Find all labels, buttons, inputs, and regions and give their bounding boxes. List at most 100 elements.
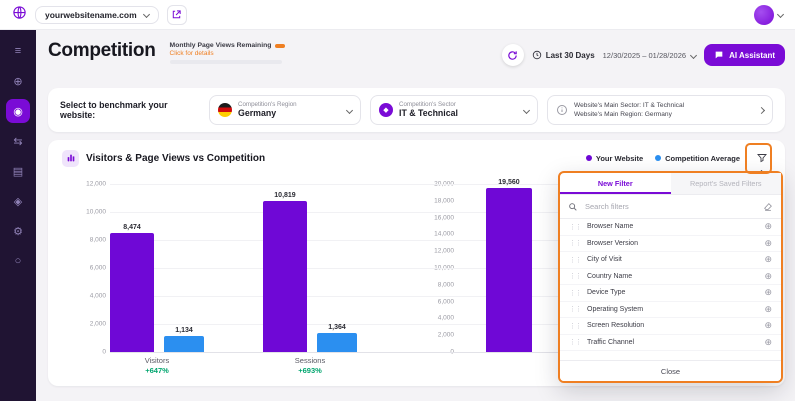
drag-handle-icon[interactable]: ⋮⋮ [569,223,581,231]
tab-new-filter[interactable]: New Filter [560,173,671,194]
sidebar-item-overview[interactable]: ⊕ [6,69,30,93]
region-value: Germany [238,108,297,119]
legend-label: Your Website [596,154,643,163]
drag-handle-icon[interactable]: ⋮⋮ [569,338,581,346]
page-header: Competition Monthly Page Views Remaining… [48,40,785,82]
period-selector[interactable]: Last 30 Days [532,50,595,60]
category-label: Sessions+693% [270,356,350,375]
add-filter-icon[interactable]: ⊕ [764,338,772,347]
filter-item[interactable]: ⋮⋮ Traffic Channel ⊕ [560,335,781,352]
filter-item[interactable]: ⋮⋮ Screen Resolution ⊕ [560,318,781,335]
quota-progress-bar [170,60,282,64]
filter-panel: New Filter Report's Saved Filters ⋮⋮Brow… [558,171,783,383]
filter-item[interactable]: ⋮⋮Browser Name⊕ [560,219,781,236]
website-sector-line: Website's Main Sector: IT & Technical [574,101,684,110]
chat-icon [714,50,724,60]
clock-icon [532,50,542,60]
axis-tick: 0 [102,349,106,356]
close-button[interactable]: Close [560,360,781,381]
chart-legend: Your Website Competition Average [586,154,740,163]
filter-item[interactable]: ⋮⋮Browser Version⊕ [560,236,781,253]
filter-item[interactable]: ⋮⋮City of Visit⊕ [560,252,781,269]
legend-label: Competition Average [665,154,740,163]
sidebar-item-settings[interactable]: ⚙ [6,219,30,243]
drag-handle-icon[interactable]: ⋮⋮ [569,289,581,297]
funnel-icon [756,152,768,164]
app: yourwebsitename.com ≡ ⊕ ◉ ⇆ ▤ ◈ ⚙ ○ Competition… [0,0,795,401]
chevron-down-icon[interactable] [777,11,784,18]
add-filter-icon[interactable]: ⊕ [764,288,772,297]
sidebar-item-sources[interactable]: ⇆ [6,129,30,153]
refresh-button[interactable] [502,44,524,66]
add-filter-icon[interactable]: ⊕ [764,222,772,231]
tab-saved-filters[interactable]: Report's Saved Filters [671,173,782,194]
date-range-text: 12/30/2025 – 01/28/2026 [603,51,686,60]
ai-assistant-button[interactable]: AI Assistant [704,44,785,66]
drag-handle-icon[interactable]: ⋮⋮ [569,272,581,280]
region-select[interactable]: Competition's Region Germany [209,95,361,125]
legend-your-website: Your Website [586,154,643,163]
filter-control [753,149,771,167]
bar-chart-icon [62,150,79,167]
sidebar-item-competition[interactable]: ◉ [6,99,30,123]
sector-select[interactable]: ◆ Competition's Sector IT & Technical [370,95,538,125]
topbar-right [754,5,783,25]
chevron-down-icon [523,106,530,113]
filter-button[interactable] [753,149,771,167]
site-selector[interactable]: yourwebsitename.com [35,6,159,24]
bar[interactable] [164,336,204,352]
bar[interactable] [486,188,532,352]
legend-dot-purple [586,155,592,161]
add-filter-icon[interactable]: ⊕ [764,305,772,314]
filter-search-input[interactable] [583,201,758,212]
chevron-down-icon [346,106,353,113]
sidebar-item-pages[interactable]: ▤ [6,159,30,183]
clear-search-icon[interactable] [763,202,773,212]
chevron-down-icon [143,11,150,18]
bar-group-visitors: 8,4741,134 [110,224,204,352]
period-label: Last 30 Days [546,51,595,60]
axis-tick: 4,000 [90,293,106,300]
drag-handle-icon[interactable]: ⋮⋮ [569,239,581,247]
filter-item-label: Country Name [587,273,632,280]
bar-value-label: 1,134 [175,327,193,334]
bar-value-label: 1,364 [328,324,346,331]
filter-item[interactable]: ⋮⋮ Device Type ⊕ [560,285,781,302]
filter-item-label: Device Type [587,289,625,296]
filter-item-label: Screen Resolution [587,322,644,329]
filter-tabs: New Filter Report's Saved Filters [560,173,781,195]
bar[interactable] [317,333,357,352]
sidebar-item-goals[interactable]: ◈ [6,189,30,213]
axis-tick: 12,000 [86,181,106,188]
germany-flag-icon [218,103,232,117]
bar[interactable] [263,201,307,352]
drag-handle-icon[interactable]: ⋮⋮ [569,305,581,313]
external-link-icon [171,9,182,20]
category-name: Visitors [117,356,197,365]
axis-tick: 6,000 [90,265,106,272]
quota-indicator [275,44,285,48]
filter-item[interactable]: ⋮⋮ Country Name ⊕ [560,269,781,286]
add-filter-icon[interactable]: ⊕ [764,321,772,330]
add-filter-icon[interactable]: ⊕ [764,255,772,264]
drag-handle-icon[interactable]: ⋮⋮ [569,256,581,264]
bar-wrap: 19,560 [486,179,532,352]
add-filter-icon[interactable]: ⊕ [764,272,772,281]
quota-details-link[interactable]: Click for details [170,50,214,57]
add-filter-icon[interactable]: ⊕ [764,239,772,248]
site-name: yourwebsitename.com [45,10,137,20]
sidebar-item-menu[interactable]: ≡ [6,39,30,63]
user-avatar[interactable] [754,5,774,25]
sidebar-item-account[interactable]: ○ [6,249,30,273]
open-site-button[interactable] [167,5,187,25]
website-info-panel[interactable]: Website's Main Sector: IT & Technical We… [547,95,773,125]
bar-group-sessions: 10,8191,364 [263,192,357,352]
axis-tick: 8,000 [90,237,106,244]
axis-tick: 2,000 [90,321,106,328]
drag-handle-icon[interactable]: ⋮⋮ [569,322,581,330]
bar[interactable] [110,233,154,352]
topbar: yourwebsitename.com [0,0,795,30]
filter-item-label: Traffic Channel [587,339,634,346]
filter-item[interactable]: ⋮⋮Operating System⊕ [560,302,781,319]
date-range-picker[interactable]: 12/30/2025 – 01/28/2026 [603,51,696,60]
